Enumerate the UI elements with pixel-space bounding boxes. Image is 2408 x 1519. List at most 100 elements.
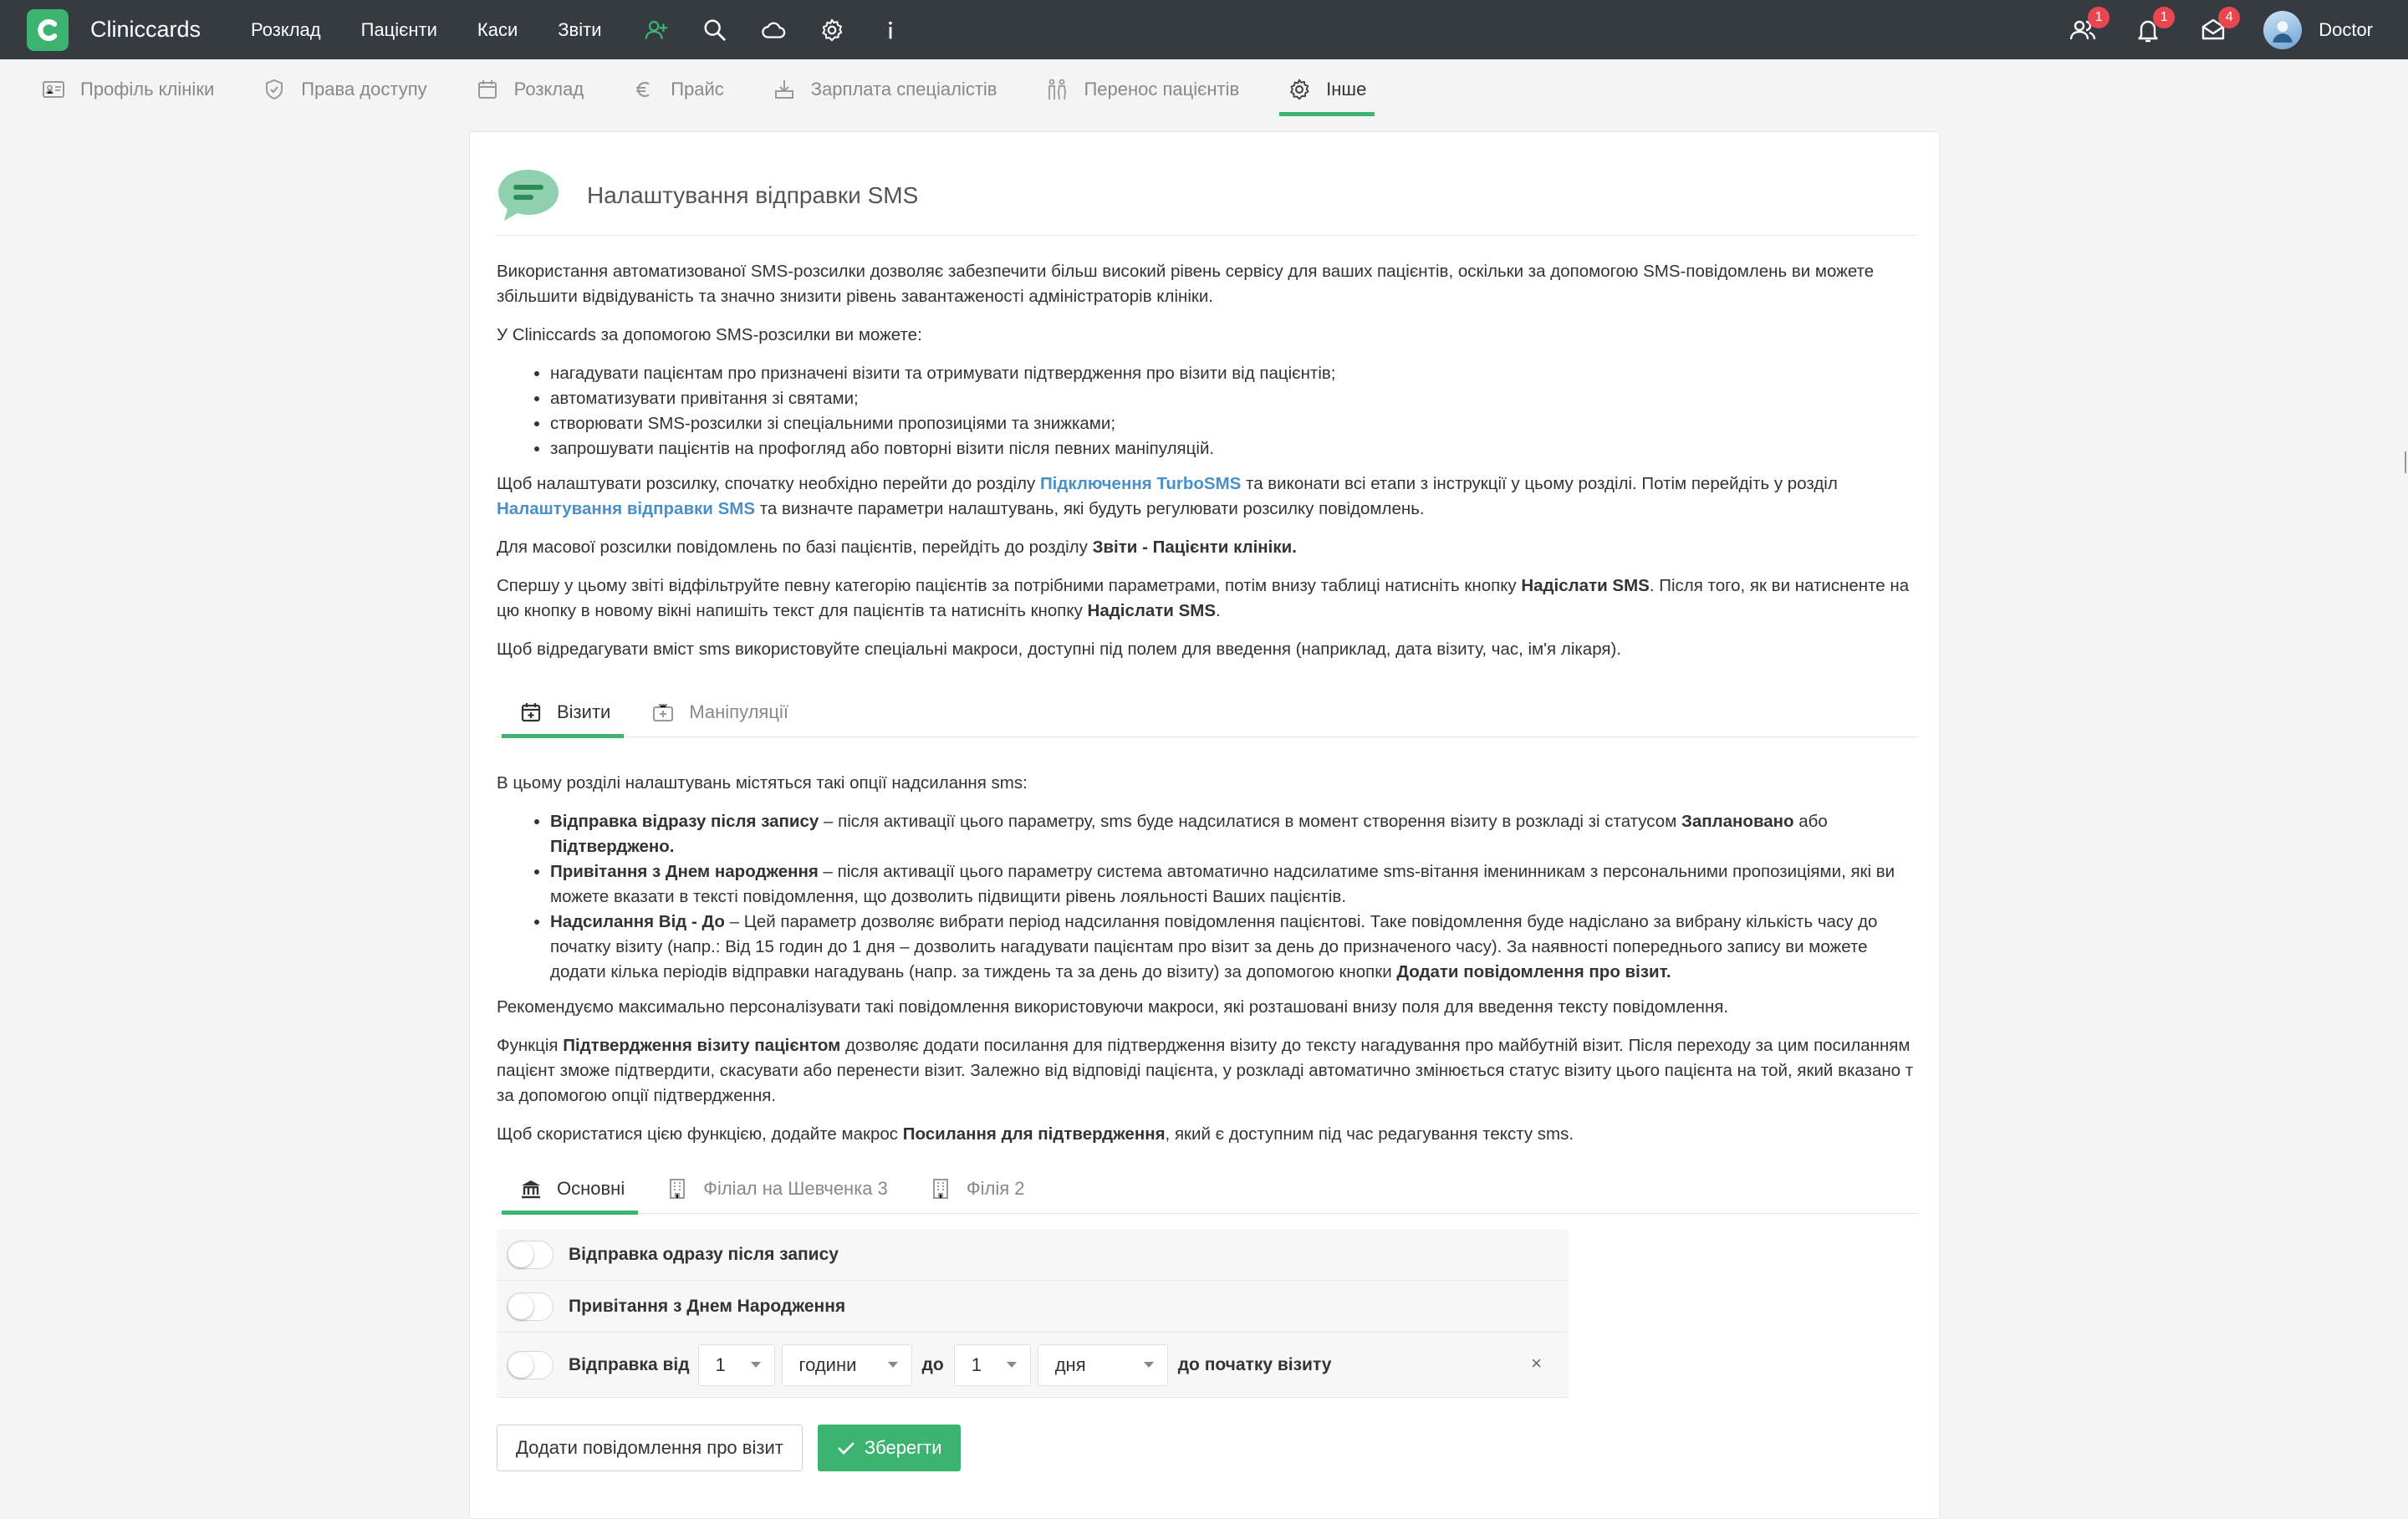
tab-manipulations[interactable]: Маніпуляції — [629, 687, 802, 737]
to-value-select[interactable]: 1 — [953, 1343, 1031, 1386]
medical-kit-icon — [653, 703, 674, 721]
users-icon[interactable]: 1 — [2066, 6, 2110, 47]
euro-icon — [636, 81, 650, 97]
tab-label: Філіал на Шевченка 3 — [703, 1177, 888, 1199]
subnav-label: Права доступу — [301, 78, 427, 99]
nav-reports[interactable]: Звіти — [558, 19, 601, 41]
notifications-badge: 1 — [2153, 6, 2176, 28]
can-title: У Cliniccards за допомогою SMS-розсилки … — [497, 325, 922, 344]
messages-badge: 4 — [2218, 6, 2241, 28]
sms-settings-card: Налаштування відправки SMS Використання … — [469, 131, 1940, 1519]
subnav-patient-transfer[interactable]: Перенос пацієнтів — [1037, 59, 1247, 119]
user-name[interactable]: Doctor — [2319, 19, 2373, 41]
setting-row-from-to: Відправка від 1 години до 1 дня до почат… — [497, 1333, 1569, 1398]
users-badge: 1 — [2088, 6, 2110, 28]
tab-label: Візити — [557, 701, 611, 722]
confirm-paragraph: Функція Підтвердження візиту пацієнтом д… — [497, 1036, 1914, 1105]
tab-visits[interactable]: Візити — [497, 687, 625, 738]
tab-branch-shevchenka[interactable]: Філіал на Шевченка 3 — [643, 1164, 901, 1213]
to-unit-select[interactable]: дня — [1037, 1343, 1168, 1386]
macros-paragraph: Щоб відредагувати вміст sms використовуй… — [497, 640, 1621, 659]
list-item: автоматизувати привітання зі святами; — [550, 386, 1918, 411]
info-tabs: Візити Маніпуляції — [497, 687, 1918, 738]
subnav-access-rights[interactable]: Права доступу — [254, 59, 435, 119]
card-header: Налаштування відправки SMS — [495, 155, 1916, 236]
chat-bubble-icon — [498, 169, 559, 221]
setting-row-birthday: Привітання з Днем Народження — [497, 1281, 1569, 1333]
use-paragraph: Щоб скористатися цією функцією, додайте … — [497, 1124, 1574, 1144]
check-icon — [837, 1442, 855, 1455]
sms-settings-link[interactable]: Налаштування відправки SMS — [497, 499, 755, 518]
after-booking-toggle[interactable] — [507, 1240, 554, 1269]
subnav-label: Розклад — [513, 78, 584, 99]
tab-main[interactable]: Основні — [497, 1164, 639, 1215]
to-label: до — [921, 1354, 944, 1374]
subnav-other[interactable]: Інше — [1279, 59, 1375, 119]
options-list: Відправка відразу після запису – після а… — [550, 809, 1918, 985]
id-card-icon — [43, 80, 64, 98]
gear-icon[interactable] — [817, 15, 847, 45]
branch-tabs: Основні Філіал на Шевченка 3 Філія 2 — [497, 1164, 1918, 1215]
list-item: Надсилання Від - До – Цей параметр дозво… — [550, 910, 1918, 985]
birthday-toggle[interactable] — [507, 1292, 554, 1321]
list-item: Привітання з Днем народження – після акт… — [550, 859, 1918, 910]
from-value-select[interactable]: 1 — [697, 1343, 775, 1386]
list-item: створювати SMS-розсилки зі спеціальними … — [550, 411, 1918, 436]
nav-cash[interactable]: Каси — [477, 19, 518, 41]
save-button[interactable]: Зберегти — [817, 1425, 961, 1471]
envelope-icon[interactable]: 4 — [2196, 6, 2241, 47]
tab-label: Філія 2 — [966, 1177, 1025, 1199]
cliniccards-logo-icon[interactable] — [27, 8, 69, 51]
setting-label: Відправка від — [569, 1354, 690, 1374]
scroll-edge-indicator — [2405, 451, 2408, 473]
search-icon[interactable] — [700, 15, 730, 45]
building-icon — [932, 1178, 948, 1199]
from-to-toggle[interactable] — [507, 1350, 554, 1379]
list-item: Відправка відразу після запису – після а… — [550, 809, 1918, 859]
add-visit-message-button[interactable]: Додати повідомлення про візит — [497, 1425, 803, 1471]
tab-label: Маніпуляції — [689, 701, 788, 722]
setting-label: Привітання з Днем Народження — [569, 1296, 846, 1316]
turbosms-link[interactable]: Підключення TurboSMS — [1040, 474, 1241, 493]
subnav-salary[interactable]: Зарплата спеціалістів — [764, 59, 1006, 119]
subnav-price[interactable]: Прайс — [624, 59, 732, 119]
action-buttons: Додати повідомлення про візит Зберегти — [497, 1425, 1918, 1471]
cloud-icon[interactable] — [758, 15, 788, 45]
setup-paragraph: Щоб налаштувати розсилку, спочатку необх… — [497, 474, 1838, 518]
recommend-paragraph: Рекомендуємо максимально персоналізувати… — [497, 997, 1729, 1017]
tab-branch-2[interactable]: Філія 2 — [906, 1164, 1038, 1213]
tab-label: Основні — [557, 1177, 625, 1199]
bell-icon[interactable]: 1 — [2131, 6, 2176, 47]
subnav-schedule[interactable]: Розклад — [467, 59, 593, 119]
subnav-label: Прайс — [671, 78, 724, 99]
to-start-label: до початку візиту — [1177, 1354, 1332, 1374]
calendar-plus-icon — [521, 702, 541, 721]
setting-row-after-booking: Відправка одразу після запису — [497, 1229, 1569, 1281]
list-item: нагадувати пацієнтам про призначені візи… — [550, 361, 1918, 386]
info-icon[interactable] — [875, 15, 906, 45]
bank-icon — [522, 1180, 540, 1198]
features-list: нагадувати пацієнтам про призначені візи… — [550, 361, 1918, 461]
list-item: запрошувати пацієнтів на профогляд або п… — [550, 436, 1918, 461]
add-user-icon[interactable] — [641, 15, 671, 45]
visits-intro: В цьому розділі налаштувань містяться та… — [497, 773, 1028, 793]
subnav-clinic-profile[interactable]: Профіль клініки — [33, 59, 222, 119]
from-unit-select[interactable]: години — [781, 1343, 912, 1386]
mass-paragraph: Для масової розсилки повідомлень по базі… — [497, 538, 1297, 557]
subnav-label: Зарплата спеціалістів — [810, 78, 997, 99]
shield-icon — [266, 79, 283, 99]
card-content: Використання автоматизованої SMS-розсилк… — [497, 259, 1918, 1471]
gear-icon — [1290, 79, 1309, 99]
remove-period-icon[interactable]: × — [1531, 1351, 1542, 1376]
page-title: Налаштування відправки SMS — [587, 181, 919, 208]
subnav-label: Профіль клініки — [80, 78, 215, 99]
nav-patients[interactable]: Пацієнти — [361, 19, 437, 41]
nav-schedule[interactable]: Розклад — [251, 19, 321, 41]
user-avatar[interactable] — [2263, 10, 2303, 49]
subnav-label: Інше — [1326, 78, 1367, 99]
calendar-icon — [477, 79, 497, 99]
app-name[interactable]: Cliniccards — [90, 17, 201, 43]
setting-label: Відправка одразу після запису — [569, 1244, 839, 1264]
subnav-label: Перенос пацієнтів — [1084, 78, 1240, 99]
sms-settings-form: Відправка одразу після запису Привітання… — [497, 1229, 1918, 1398]
